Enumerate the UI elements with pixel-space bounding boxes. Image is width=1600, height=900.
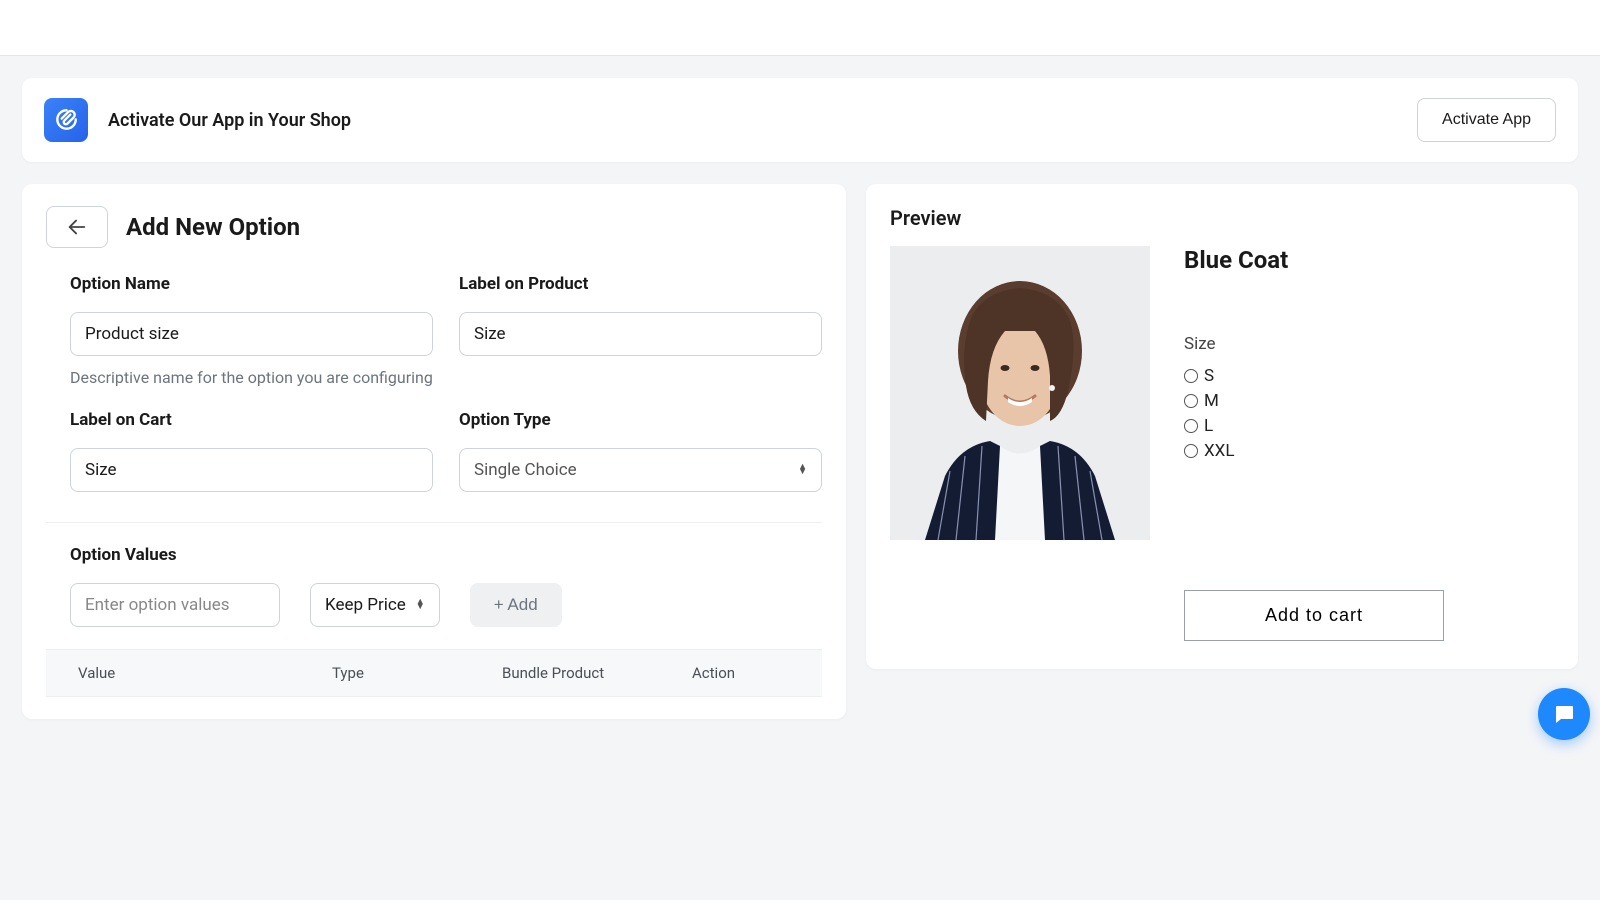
size-option-xxl[interactable]: XXL (1184, 441, 1554, 461)
price-behavior-value: Keep Price (325, 595, 406, 615)
size-option-s[interactable]: S (1184, 366, 1554, 386)
option-name-group: Option Name Descriptive name for the opt… (70, 274, 433, 390)
arrow-left-icon (66, 216, 88, 238)
size-label: S (1204, 366, 1214, 386)
select-caret-icon: ▲▼ (416, 600, 425, 610)
preview-option-list: S M L XXL (1184, 366, 1554, 461)
banner-title: Activate Our App in Your Shop (108, 110, 1417, 131)
top-spacer (0, 0, 1600, 56)
chat-fab[interactable] (1538, 688, 1590, 740)
label-on-product-input[interactable] (459, 312, 822, 356)
activate-app-button[interactable]: Activate App (1417, 98, 1556, 142)
radio-icon (1184, 419, 1198, 433)
radio-icon (1184, 394, 1198, 408)
label-on-cart-input[interactable] (70, 448, 433, 492)
size-option-l[interactable]: L (1184, 416, 1554, 436)
option-values-title: Option Values (70, 545, 822, 565)
option-form-card: Add New Option Option Name Descriptive n… (22, 184, 846, 719)
page-title: Add New Option (126, 213, 300, 241)
option-name-label: Option Name (70, 274, 433, 294)
preview-card: Preview (866, 184, 1578, 669)
col-action: Action (692, 664, 792, 682)
label-on-product-group: Label on Product (459, 274, 822, 390)
price-behavior-select[interactable]: Keep Price ▲▼ (310, 583, 440, 627)
add-to-cart-button[interactable]: Add to cart (1184, 590, 1444, 641)
preview-option-label: Size (1184, 334, 1554, 354)
size-label: M (1204, 391, 1219, 411)
preview-title: Preview (890, 206, 1554, 230)
chat-icon (1552, 702, 1576, 726)
option-values-section: Option Values Keep Price ▲▼ + Add Value … (46, 523, 822, 697)
label-on-product-label: Label on Product (459, 274, 822, 294)
option-type-group: Option Type Single Choice ▲▼ (459, 410, 822, 492)
option-type-label: Option Type (459, 410, 822, 430)
option-type-select[interactable]: Single Choice ▲▼ (459, 448, 822, 492)
radio-icon (1184, 444, 1198, 458)
activate-banner: Activate Our App in Your Shop Activate A… (22, 78, 1578, 162)
app-logo-icon (44, 98, 88, 142)
size-label: XXL (1204, 441, 1234, 461)
option-name-help: Descriptive name for the option you are … (70, 366, 433, 390)
size-label: L (1204, 416, 1213, 436)
product-name: Blue Coat (1184, 246, 1554, 274)
label-on-cart-label: Label on Cart (70, 410, 433, 430)
option-type-value: Single Choice (474, 460, 577, 480)
option-value-input[interactable] (70, 583, 280, 627)
radio-icon (1184, 369, 1198, 383)
add-option-value-button[interactable]: + Add (470, 583, 562, 627)
col-type: Type (332, 664, 502, 682)
product-image (890, 246, 1150, 540)
col-value: Value (62, 664, 332, 682)
col-bundle: Bundle Product (502, 664, 692, 682)
size-option-m[interactable]: M (1184, 391, 1554, 411)
option-values-table-header: Value Type Bundle Product Action (46, 649, 822, 697)
option-name-input[interactable] (70, 312, 433, 356)
select-caret-icon: ▲▼ (798, 465, 807, 475)
label-on-cart-group: Label on Cart (70, 410, 433, 492)
back-button[interactable] (46, 206, 108, 248)
